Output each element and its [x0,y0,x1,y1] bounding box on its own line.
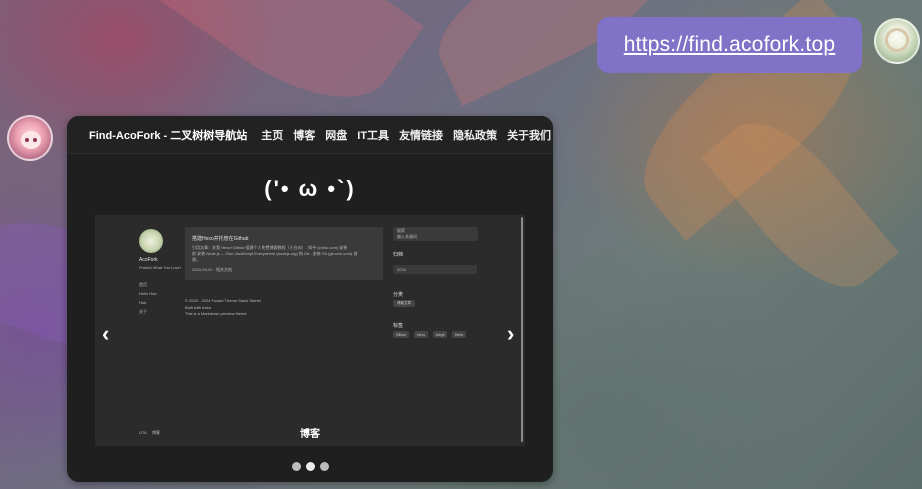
bot-avatar[interactable] [7,115,53,161]
archive-label: 归档 [393,252,404,258]
search-label: 搜索 [397,228,405,233]
footer-line: Built with Astro [185,305,212,310]
avatar-eye [25,138,29,142]
side-link: Hello Hub [139,291,157,296]
carousel-dots [67,462,553,471]
site-title[interactable]: Find-AcoFork - 二叉树树导航站 [89,127,247,143]
post-excerpt: 建。 [192,257,200,262]
carousel-dot[interactable] [291,462,301,471]
side-link: Hub [139,300,147,305]
kaomoji-heading: ('• ω •`) [264,176,356,201]
user-message-bubble: https://find.acofork.top [597,17,862,73]
footer-line: © 2020 - 2024 Fuwari Theme Stack Starter [185,298,262,303]
nav-item-it-tools[interactable]: IT工具 [357,127,389,143]
nav-item-drive[interactable]: 网盘 [325,127,347,143]
category-tag: 博客文章 [393,300,415,307]
nav-item-friend-links[interactable]: 友情链接 [399,127,443,143]
tag-chip: Github [393,331,409,338]
carousel-dot-active[interactable] [305,462,315,471]
slide-caption: 博客 [300,429,320,440]
nav-item-about[interactable]: 关于我们 [507,127,551,143]
user-avatar[interactable] [874,18,920,64]
archive-value: 2024 [397,267,406,272]
carousel-prev-icon[interactable]: ‹ [102,321,109,347]
background-decoration [701,99,899,311]
carousel-dot[interactable] [319,462,329,471]
profile-avatar [139,229,163,253]
user-message-link[interactable]: https://find.acofork.top [624,33,835,57]
anime-avatar-icon [21,131,41,149]
carousel-next-icon[interactable]: › [507,321,514,347]
post-excerpt: 前 安装 Node.js — Run JavaScript Everywhere… [192,251,358,256]
tag-chip: Hertz [452,331,466,338]
tag-chip: Hexo [414,331,428,338]
link-preview-card[interactable]: Find-AcoFork - 二叉树树导航站 主页 博客 网盘 IT工具 友情链… [67,116,553,482]
tag-chip: Jekyll [433,331,447,338]
category-label: 分类 [393,292,404,298]
post-title: 搭建Hexo并托管在Github [192,236,249,242]
screenshot-scrollbar [521,217,523,442]
side-link: 关于 [139,309,147,314]
carousel-slide-screenshot[interactable]: AcoFork Protect What You Love! 首页 Hello … [95,215,525,446]
avatar-icon [885,28,909,52]
search-placeholder: 输入关键词 [397,234,417,239]
side-link: 首页 [139,282,147,287]
profile-name: AcoFork [139,257,158,263]
profile-tagline: Protect What You Love! [139,265,181,270]
nav-item-home[interactable]: 主页 [261,127,283,143]
nav-item-privacy[interactable]: 隐私政策 [453,127,497,143]
post-meta: 2024-09-01 · 相关文档 [192,267,233,272]
footer-line: This is a Markdown preview theme [185,311,247,316]
nav-item-blog[interactable]: 博客 [293,127,315,143]
site-navbar: Find-AcoFork - 二叉树树导航站 主页 博客 网盘 IT工具 友情链… [67,116,553,154]
background-decoration [136,0,424,133]
avatar-eye [33,138,37,142]
tags-label: 标签 [393,323,404,329]
post-excerpt: 引用文章：关我 Hexo+Github 搭建个人免费博客教程（小白向）- 知乎 … [192,245,348,250]
